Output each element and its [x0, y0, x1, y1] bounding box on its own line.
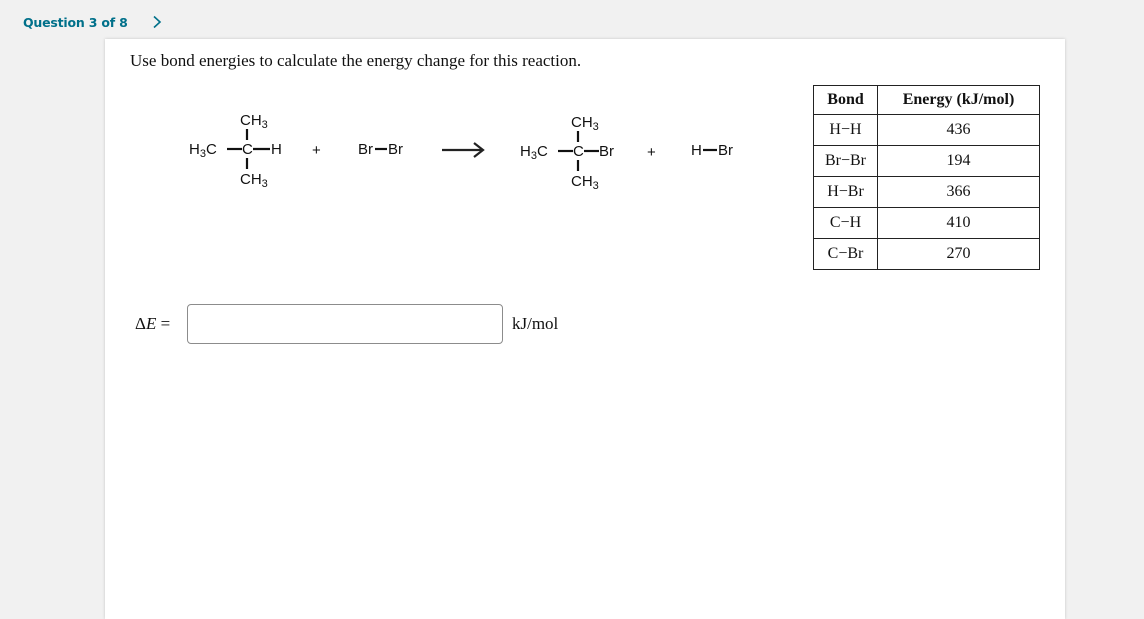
product-hydrogen-bromide-br: Br	[718, 142, 733, 159]
reactant1-center-carbon: C	[242, 141, 253, 158]
question-card: Use bond energies to calculate the energ…	[105, 39, 1065, 619]
chevron-right-icon	[153, 15, 161, 29]
table-row: H−Br 366	[813, 176, 1040, 208]
reactant-bromine: Br	[358, 141, 373, 158]
reactant1-bottom-group: CH3	[240, 171, 268, 190]
table-row: H−H 436	[813, 114, 1040, 146]
question-counter: Question 3 of 8	[23, 14, 128, 30]
question-nav: Question 3 of 8	[23, 12, 164, 32]
answer-row: ΔE = kJ/mol	[135, 304, 558, 344]
equals-sign: =	[156, 314, 171, 333]
energy-cell: 410	[877, 207, 1040, 239]
table-row: C−Br 270	[813, 238, 1040, 270]
delta-symbol: Δ	[135, 314, 146, 333]
energy-cell: 436	[877, 114, 1040, 146]
energy-cell: 366	[877, 176, 1040, 208]
energy-variable: E	[145, 314, 157, 333]
reaction-equation: CH3 H3C C H CH3 + Br Br CH3 H3C C Br CH3	[189, 112, 733, 192]
product-tert-butyl-bromide: CH3 H3C C Br CH3	[520, 114, 614, 192]
next-question-button[interactable]	[150, 13, 164, 31]
column-header-bond: Bond	[813, 85, 878, 115]
product1-left-group: H3C	[520, 143, 548, 162]
bond-cell: H−Br	[813, 176, 878, 208]
energy-cell: 270	[877, 238, 1040, 270]
bond-cell: C−Br	[813, 238, 878, 270]
reactant-bromine-2: Br	[388, 141, 403, 158]
plus-sign: +	[647, 144, 656, 161]
energy-change-input[interactable]	[187, 304, 503, 344]
column-header-energy: Energy (kJ/mol)	[877, 85, 1040, 115]
unit-label: kJ/mol	[512, 314, 559, 333]
reaction-arrow-icon	[442, 142, 485, 158]
product-hydrogen-bromide: H	[691, 142, 702, 159]
bond-cell: C−H	[813, 207, 878, 239]
reactant1-right-atom: H	[271, 141, 282, 158]
table-header-row: Bond Energy (kJ/mol)	[813, 85, 1040, 115]
energy-cell: 194	[877, 145, 1040, 177]
product1-bottom-group: CH3	[571, 173, 599, 192]
table-row: C−H 410	[813, 207, 1040, 239]
plus-sign: +	[312, 142, 321, 159]
delta-e-label: ΔE =	[135, 314, 187, 334]
product1-center-carbon: C	[573, 143, 584, 160]
table-row: Br−Br 194	[813, 145, 1040, 177]
reactant1-left-group: H3C	[189, 141, 217, 160]
bond-cell: H−H	[813, 114, 878, 146]
product1-right-atom: Br	[599, 143, 614, 160]
bond-energy-table: Bond Energy (kJ/mol) H−H 436 Br−Br 194 H…	[813, 85, 1040, 270]
product1-top-group: CH3	[571, 114, 599, 133]
bond-cell: Br−Br	[813, 145, 878, 177]
reactant-isobutane: CH3 H3C C H CH3	[189, 112, 282, 190]
reactant1-top-group: CH3	[240, 112, 268, 131]
